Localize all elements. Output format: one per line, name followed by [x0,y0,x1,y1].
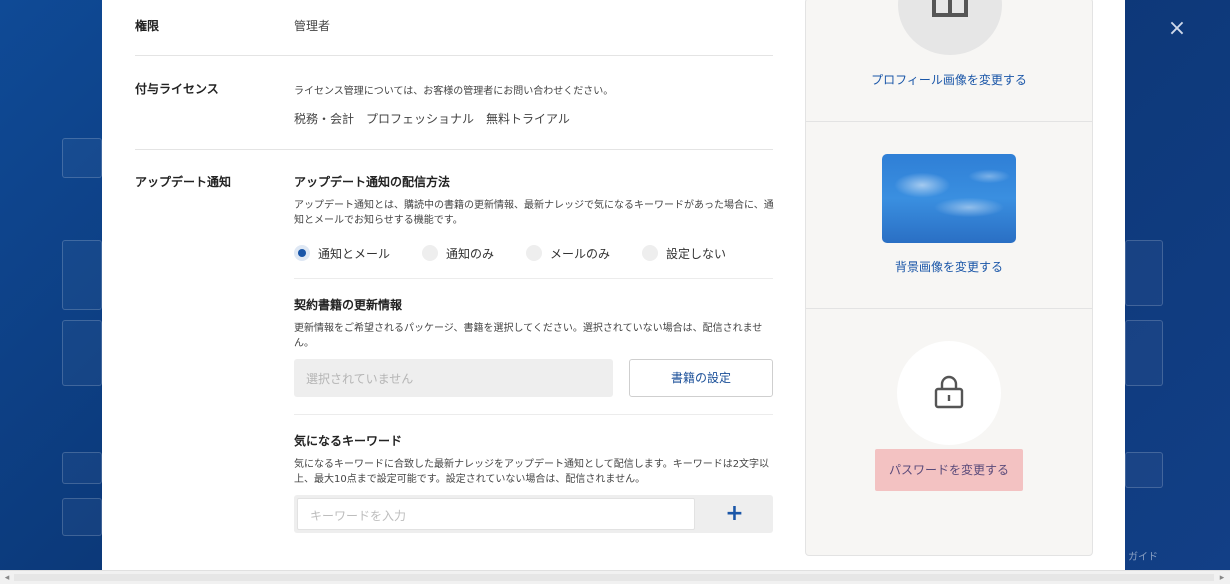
radio-notify-only[interactable]: 通知のみ [422,244,494,262]
delivery-method-radio-group: 通知とメール 通知のみ メールのみ 設定しない [294,244,758,262]
radio-label: メールのみ [550,246,611,261]
keywords-description: 気になるキーワードに合致した最新ナレッジをアップデート通知として配信します。キー… [294,459,770,485]
selected-books-field: 選択されていません [294,359,613,397]
backdrop-ghost-field [62,138,102,178]
profile-images-panel: プロフィール画像を変更する 背景画像を変更する パスワードを変更する [805,0,1093,556]
close-icon: × [1167,16,1187,41]
backdrop-ghost-card [62,240,102,310]
divider [135,149,773,150]
change-background-image-link[interactable]: 背景画像を変更する [806,258,1092,275]
radio-unchecked-icon [526,245,543,261]
license-label: 付与ライセンス [135,82,219,96]
plus-icon: + [725,501,744,526]
contract-books-description: 更新情報をご希望されるパッケージ、書籍を選択してください。選択されていない場合は… [294,323,763,349]
scroll-left-icon[interactable]: ◂ [1,572,13,584]
keywords-title: 気になるキーワード [294,434,403,448]
password-lock-badge [897,341,1001,445]
radio-label: 通知とメール [318,246,391,261]
update-notification-label: アップデート通知 [135,175,232,189]
delivery-method-description: アップデート通知とは、購読中の書籍の更新情報、最新ナレッジで気になるキーワードが… [294,200,774,226]
divider [806,308,1092,309]
radio-label: 通知のみ [446,246,495,261]
radio-label: 設定しない [666,246,727,261]
divider [135,55,773,56]
permission-label: 権限 [135,19,160,33]
backdrop-ghost-card [62,320,102,386]
radio-unchecked-icon [642,245,659,261]
backdrop-ghost-card [1125,320,1163,386]
radio-no-setting[interactable]: 設定しない [642,244,726,262]
backdrop-footer-text: ガイド [1128,552,1158,563]
delivery-method-title: アップデート通知の配信方法 [294,175,451,189]
account-settings-modal: 権限 管理者 付与ライセンス ライセンス管理については、お客様の管理者にお問い合… [102,0,1125,570]
license-note: ライセンス管理については、お客様の管理者にお問い合わせください。 [294,86,614,97]
add-keyword-button[interactable]: + [696,495,773,533]
contract-books-title: 契約書籍の更新情報 [294,298,403,312]
permission-value: 管理者 [294,19,331,33]
change-password-button[interactable]: パスワードを変更する [875,449,1023,491]
backdrop-ghost-card [1125,240,1163,306]
radio-unchecked-icon [422,245,439,261]
avatar-placeholder-icon [932,0,968,17]
background-image-thumbnail [882,154,1016,243]
license-value: 税務・会計 プロフェッショナル 無料トライアル [294,112,570,126]
scroll-right-icon[interactable]: ▸ [1216,572,1228,584]
divider [806,121,1092,122]
book-settings-button[interactable]: 書籍の設定 [629,359,773,397]
change-profile-image-link[interactable]: プロフィール画像を変更する [806,71,1092,88]
keyword-input[interactable]: キーワードを入力 [297,498,695,530]
scrollbar-thumb[interactable] [14,574,1214,581]
close-modal-button[interactable]: × [1166,18,1188,40]
radio-notify-and-email[interactable]: 通知とメール [294,244,390,262]
radio-checked-icon [294,245,310,261]
divider [294,278,773,279]
horizontal-scrollbar[interactable]: ◂ ▸ [0,570,1230,584]
divider [294,414,773,415]
profile-avatar [898,0,1002,55]
backdrop-ghost-button [62,452,102,484]
keyword-input-group: キーワードを入力 + [294,495,773,533]
backdrop-ghost-button [62,498,102,536]
backdrop-ghost-button [1125,452,1163,488]
radio-email-only[interactable]: メールのみ [526,244,610,262]
lock-icon [934,375,964,409]
